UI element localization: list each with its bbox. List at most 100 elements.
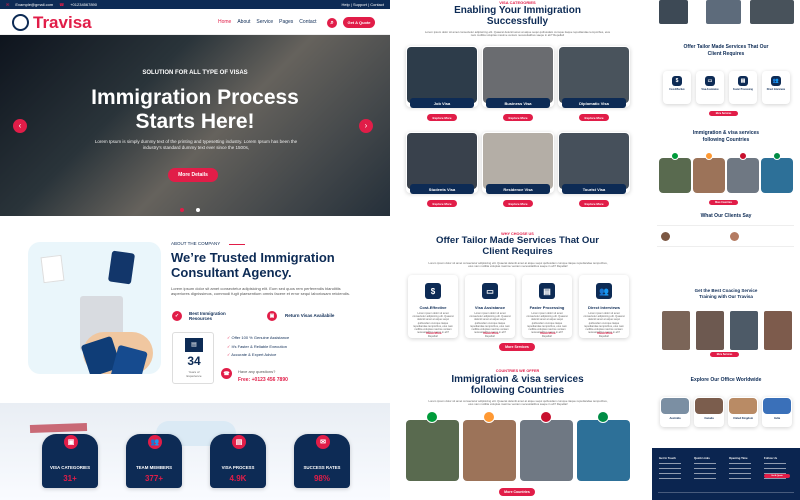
experience-box: ▤ 34 Years of Experience xyxy=(172,332,214,384)
footer-link-line[interactable] xyxy=(729,468,751,469)
service-title: Direct Interviews xyxy=(587,305,620,310)
top-links[interactable]: Help | Support | Contact xyxy=(341,2,384,7)
nav-pages[interactable]: Pages xyxy=(279,19,293,25)
right-more-services[interactable]: More Services xyxy=(709,111,738,116)
office-name: India xyxy=(773,417,781,420)
training-button[interactable]: More Services xyxy=(710,352,739,357)
read-more-link[interactable]: Read More xyxy=(536,331,560,335)
footer-link-line[interactable] xyxy=(694,463,716,464)
more-services-button[interactable]: More Services xyxy=(499,343,535,351)
top-image xyxy=(750,0,794,24)
footer-link-line[interactable] xyxy=(729,473,751,474)
read-more-link[interactable]: Read More xyxy=(479,331,503,335)
hero-banner: SOLUTION FOR ALL TYPE OF VISAS Immigrati… xyxy=(0,35,390,216)
footer-link-line[interactable] xyxy=(659,478,681,479)
footer-link-line[interactable] xyxy=(659,468,681,469)
homepage-preview: ✉ Example@gmail.com ☎ +01234567890 Help | … xyxy=(0,0,390,500)
service-icon: $ xyxy=(425,283,441,299)
stat-value: 98% xyxy=(313,474,330,483)
office-name: Canada xyxy=(704,417,714,420)
explore-button[interactable]: Explore More xyxy=(427,114,457,121)
country-image xyxy=(463,420,516,481)
visa-image xyxy=(483,47,553,103)
office-name: Australia xyxy=(669,417,681,420)
stat-value: 31+ xyxy=(63,474,77,483)
visa-card-label: Job Visa xyxy=(410,98,474,108)
years-count: 34 xyxy=(187,354,201,368)
stat-icon: ▤ xyxy=(232,435,246,449)
stat-icon: ✉ xyxy=(316,435,330,449)
countries-kicker: COUNTRIES WE OFFER xyxy=(495,369,540,373)
explore-button[interactable]: Explore More xyxy=(579,114,609,121)
feature-return-visas: Return Visas Availabile xyxy=(285,313,335,318)
search-button[interactable]: ⌕ xyxy=(327,18,337,28)
nav-contact[interactable]: Contact xyxy=(299,19,316,25)
service-icon: ▤ xyxy=(539,283,555,299)
right-country-image xyxy=(761,158,793,193)
clients-title: What Our Clients Say xyxy=(700,213,752,219)
footer-link-line[interactable] xyxy=(764,463,786,464)
visa-image xyxy=(407,47,477,103)
explore-button[interactable]: Explore More xyxy=(427,200,457,207)
service-title: Faster Processing xyxy=(529,305,565,310)
top-email[interactable]: Example@gmail.com xyxy=(15,2,53,7)
about-kicker: ABOUT THE COMPANY xyxy=(171,241,221,246)
resource-icon: ✓ xyxy=(172,311,182,321)
explore-button[interactable]: Explore More xyxy=(503,114,533,121)
footer-link-line[interactable] xyxy=(659,463,681,464)
footer-link-line[interactable] xyxy=(694,478,716,479)
stat-label: VISA CATEGORIES xyxy=(49,465,90,470)
explore-button[interactable]: Explore More xyxy=(579,200,609,207)
main-nav: Home About Service Pages Contact xyxy=(218,19,317,25)
right-country-image xyxy=(659,158,691,193)
brand-logo[interactable]: Travisa xyxy=(33,13,92,33)
explore-button[interactable]: Explore More xyxy=(503,200,533,207)
airplane-wing xyxy=(29,423,88,433)
check-item: ✓ Accurate & Expert Advice xyxy=(227,352,277,358)
right-service-label: Direct Interviews xyxy=(766,89,786,91)
right-service-icon: ▭ xyxy=(705,76,715,86)
footer-link-line[interactable] xyxy=(729,478,751,479)
offer-title-line1: Offer Tailor Made Services That Our xyxy=(683,44,769,50)
footer-link-line[interactable] xyxy=(764,478,786,479)
visa-card-label: Diplomatic Visa xyxy=(562,98,626,108)
footer-link-line[interactable] xyxy=(659,473,681,474)
country-flag-icon xyxy=(597,411,609,423)
visa-image xyxy=(483,133,553,189)
footer-link-line[interactable] xyxy=(764,468,786,469)
questions-phone[interactable]: Free: +0123 456 7890 xyxy=(238,377,288,383)
quote-button[interactable]: Get A Quote xyxy=(343,17,375,28)
country-image xyxy=(577,420,630,481)
offer-title-line2: Client Requires xyxy=(707,51,745,57)
right-countries-title1: Immigration & visa services xyxy=(692,130,760,136)
footer-subscribe[interactable]: Get A Quote xyxy=(764,474,790,478)
right-service-icon: $ xyxy=(672,76,682,86)
carousel-dot[interactable] xyxy=(196,208,200,212)
country-image xyxy=(520,420,573,481)
more-countries-button[interactable]: More Countries xyxy=(499,488,535,496)
footer-link-line[interactable] xyxy=(729,463,751,464)
choose-title-line1: Offer Tailor Made Services That Our xyxy=(436,235,599,246)
carousel-next-icon[interactable]: › xyxy=(359,119,373,133)
service-title: Visa Assistance xyxy=(474,305,506,310)
nav-home[interactable]: Home xyxy=(218,19,231,25)
client-avatar xyxy=(661,232,670,241)
top-phone[interactable]: +01234567890 xyxy=(70,2,97,7)
carousel-prev-icon[interactable]: ‹ xyxy=(13,119,27,133)
nav-about[interactable]: About xyxy=(237,19,250,25)
hero-more-button[interactable]: More Details xyxy=(168,168,218,182)
footer-link-line[interactable] xyxy=(694,473,716,474)
office-name: United Kingdom xyxy=(732,417,754,420)
right-more-countries[interactable]: More Countries xyxy=(709,200,738,205)
stat-value: 377+ xyxy=(144,474,164,483)
footer-link-line[interactable] xyxy=(694,468,716,469)
carousel-dot-active[interactable] xyxy=(180,208,184,212)
visa-image xyxy=(407,133,477,189)
right-country-image xyxy=(693,158,725,193)
read-more-link[interactable]: Read More xyxy=(422,331,446,335)
right-service-icon: 👥 xyxy=(771,76,781,86)
nav-service[interactable]: Service xyxy=(256,19,273,25)
read-more-link[interactable]: Read More xyxy=(593,331,617,335)
about-description: Lorem ipsum dolor sit amet consectetur a… xyxy=(171,286,350,297)
visa-card-label: Tourist Visa xyxy=(562,184,626,194)
